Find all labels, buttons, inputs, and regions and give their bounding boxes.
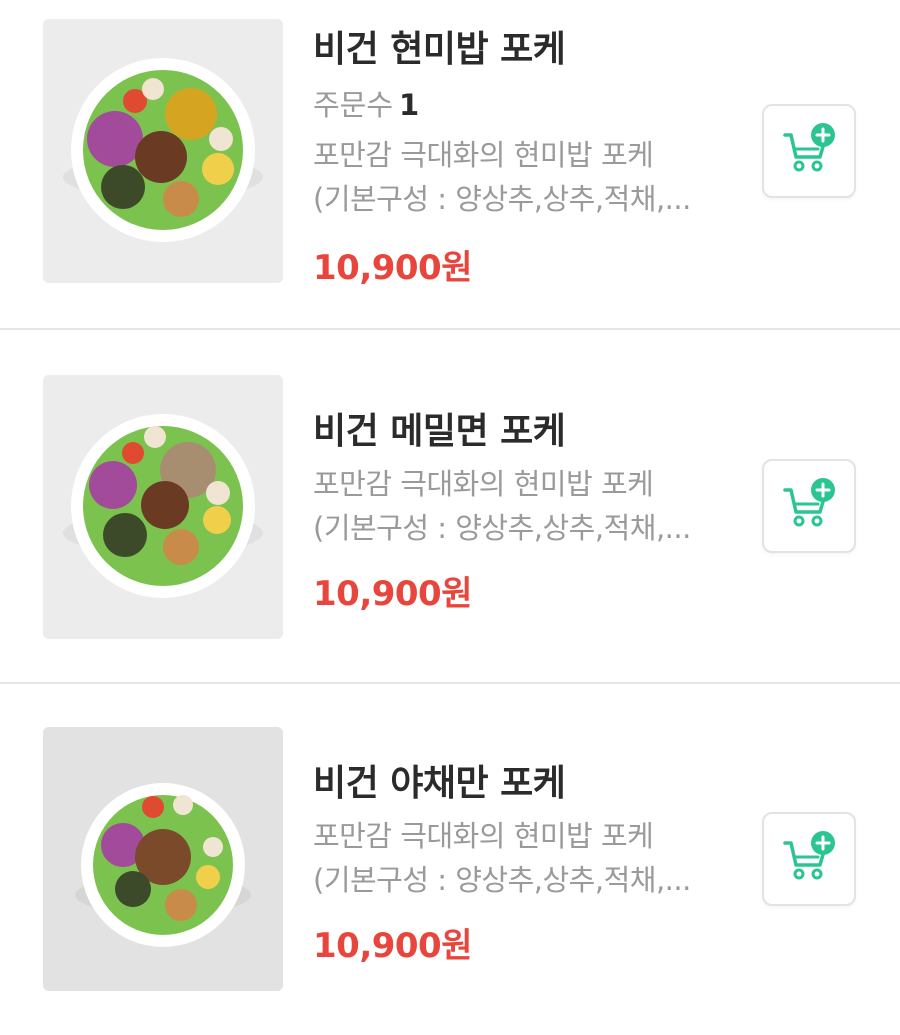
- product-price: 10,900원: [313, 248, 472, 288]
- order-count-label: 주문수: [313, 88, 394, 122]
- product-name: 비건 야채만 포케: [313, 763, 566, 804]
- product-name: 비건 메밀면 포케: [313, 411, 566, 452]
- menu-list: 비건 현미밥 포케 주문수 1 포만감 극대화의 현미밥 포케 (기본구성 : 양…: [0, 0, 900, 1035]
- poke-bowl-image: [43, 19, 283, 283]
- product-name: 비건 현미밥 포케: [313, 29, 566, 70]
- description-line: 포만감 극대화의 현미밥 포케: [313, 467, 654, 501]
- product-description: 포만감 극대화의 현미밥 포케 (기본구성 : 양상추,상추,적채,...: [313, 814, 713, 902]
- description-line: (기본구성 : 양상추,상추,적채,...: [313, 863, 691, 897]
- cart-add-icon: [783, 478, 835, 527]
- add-to-cart-button[interactable]: [762, 812, 856, 906]
- product-image[interactable]: [43, 727, 283, 991]
- product-image[interactable]: [43, 19, 283, 283]
- product-price: 10,900원: [313, 574, 472, 614]
- menu-item[interactable]: 비건 현미밥 포케 주문수 1 포만감 극대화의 현미밥 포케 (기본구성 : 양…: [0, 0, 900, 328]
- description-line: 포만감 극대화의 현미밥 포케: [313, 138, 654, 172]
- menu-item[interactable]: 비건 야채만 포케 포만감 극대화의 현미밥 포케 (기본구성 : 양상추,상추…: [0, 684, 900, 1035]
- poke-bowl-image: [43, 727, 283, 991]
- cart-add-icon: [783, 831, 835, 880]
- product-price: 10,900원: [313, 926, 472, 966]
- description-line: 포만감 극대화의 현미밥 포케: [313, 819, 654, 853]
- product-image[interactable]: [43, 375, 283, 639]
- order-count-value: 1: [399, 88, 420, 122]
- poke-bowl-image: [43, 375, 283, 639]
- description-line: (기본구성 : 양상추,상추,적채,...: [313, 511, 691, 545]
- add-to-cart-button[interactable]: [762, 459, 856, 553]
- menu-item[interactable]: 비건 메밀면 포케 포만감 극대화의 현미밥 포케 (기본구성 : 양상추,상추…: [0, 330, 900, 682]
- add-to-cart-button[interactable]: [762, 104, 856, 198]
- product-description: 포만감 극대화의 현미밥 포케 (기본구성 : 양상추,상추,적채,...: [313, 133, 713, 221]
- cart-add-icon: [783, 123, 835, 172]
- product-description: 포만감 극대화의 현미밥 포케 (기본구성 : 양상추,상추,적채,...: [313, 462, 713, 550]
- order-count: 주문수 1: [313, 82, 419, 124]
- description-line: (기본구성 : 양상추,상추,적채,...: [313, 182, 691, 216]
